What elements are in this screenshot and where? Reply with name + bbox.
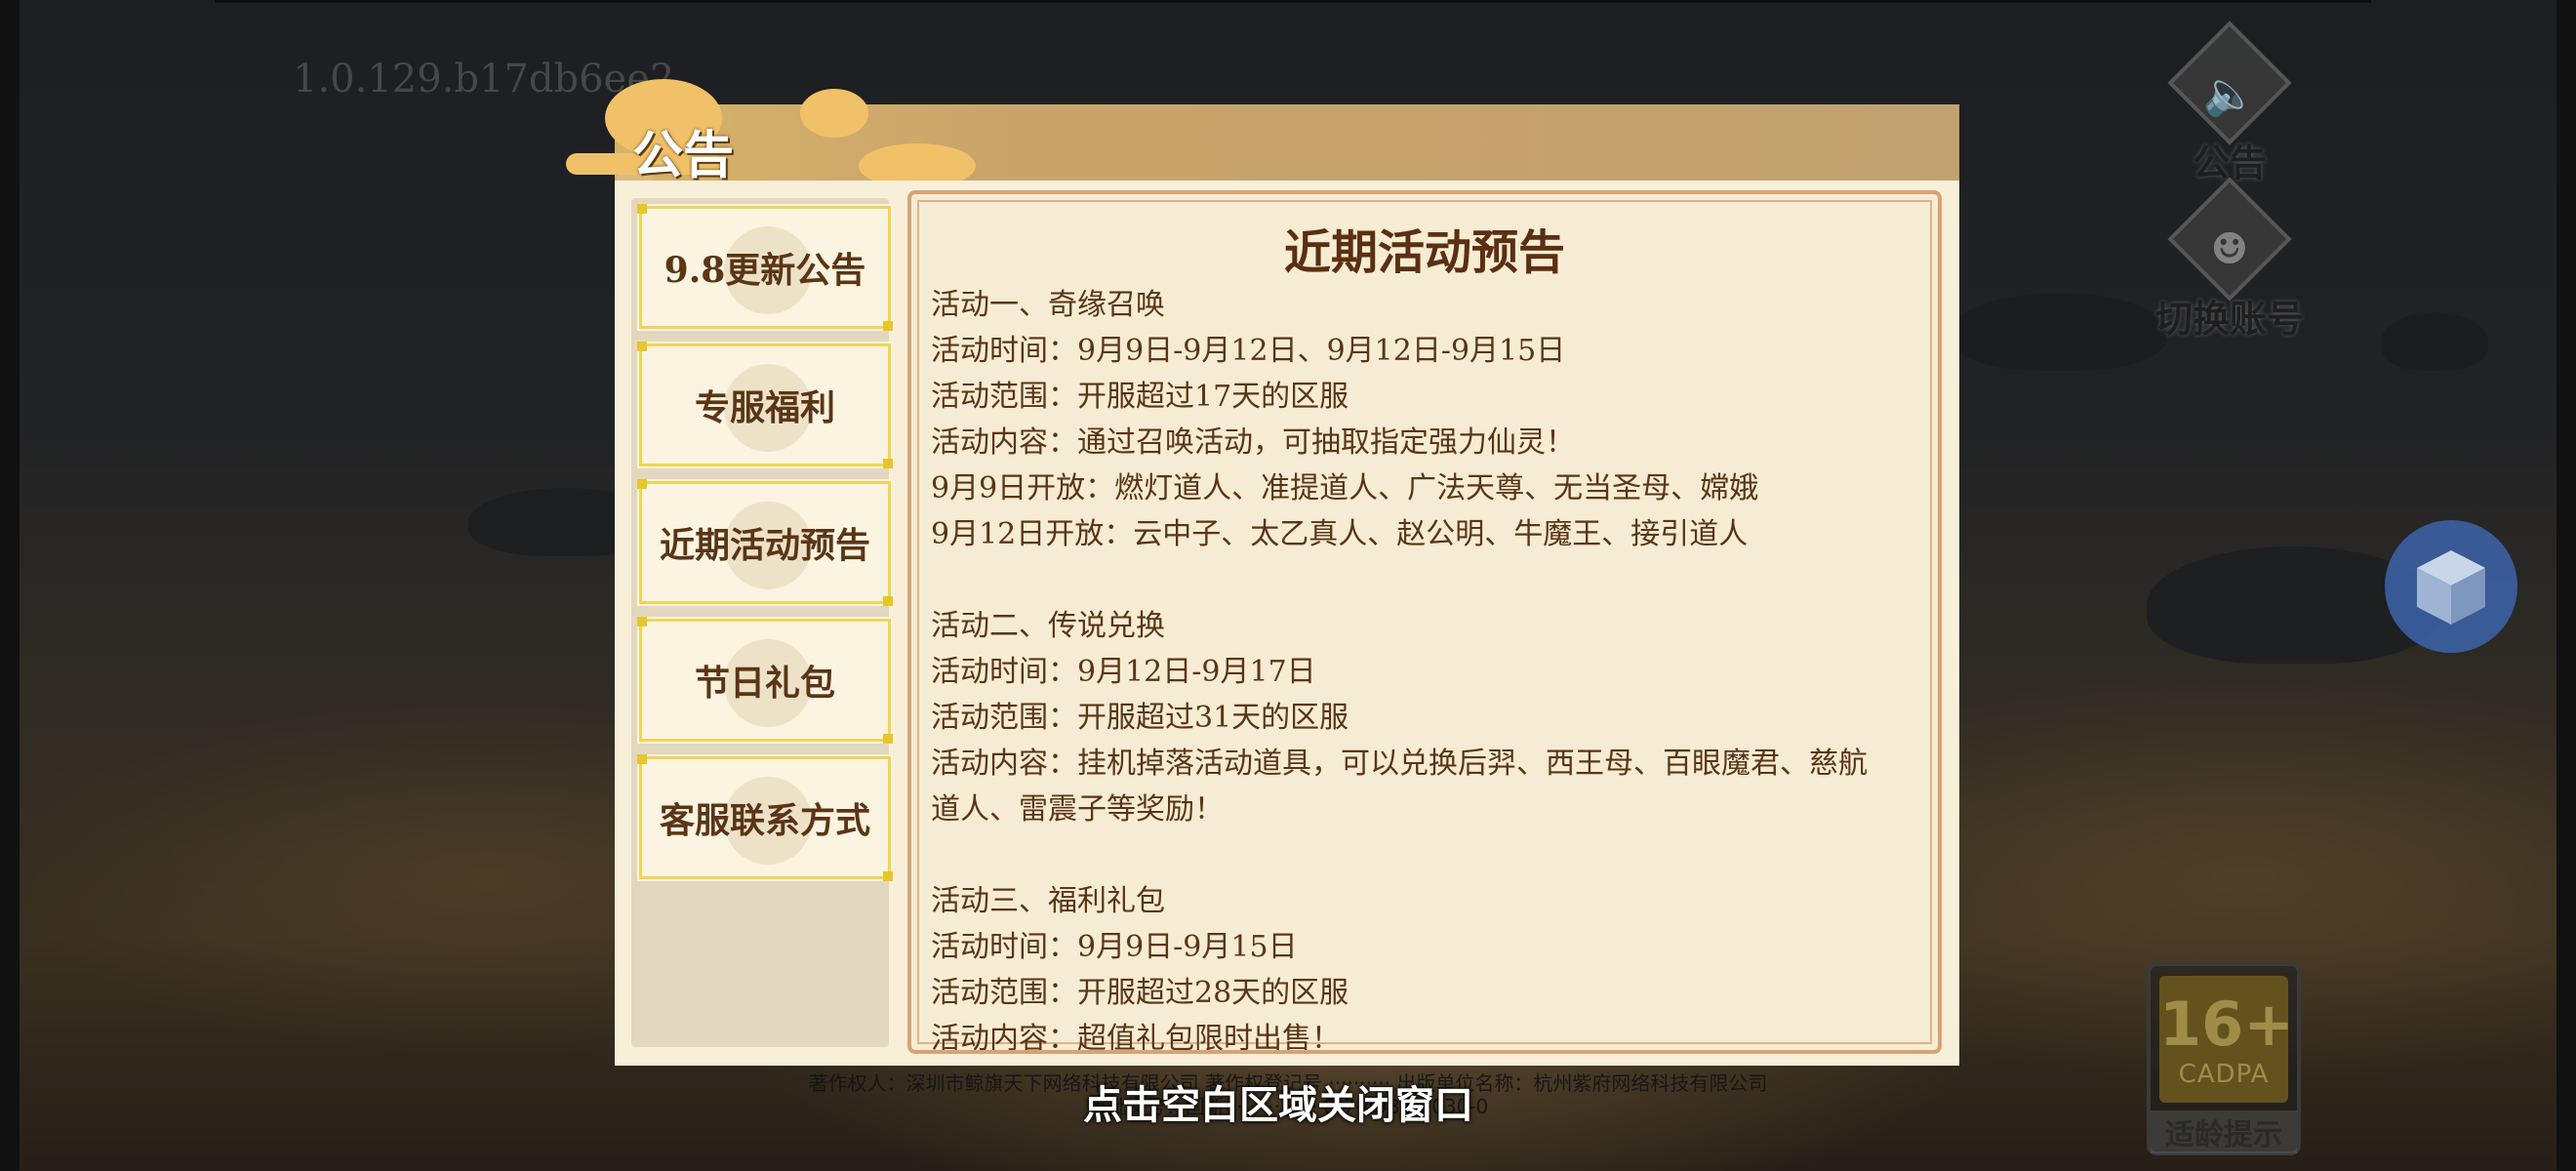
- content-line: 活动内容：挂机掉落活动道具，可以兑换后羿、西王母、百眼魔君、慈航: [931, 747, 1868, 781]
- content-line: 活动内容：通过召唤活动，可抽取指定强力仙灵！: [931, 425, 1575, 460]
- right-screen-edge: [2556, 0, 2576, 1171]
- tab-label: 9.8更新公告: [664, 250, 866, 291]
- content-line: 9月9日开放：燃灯道人、准提道人、广法天尊、无当圣母、嫦娥: [931, 471, 1759, 505]
- content-line: 活动时间：9月9日-9月12日、9月12日-9月15日: [931, 334, 1566, 368]
- tab-sidebar: 9.8更新公告 专服福利 近期活动预告 节日礼包 客服联系方式: [631, 198, 893, 1047]
- top-divider: [215, 0, 2371, 3]
- content-line: 活动范围：开服超过28天的区服: [931, 976, 1349, 1010]
- close-hint: 点击空白区域关闭窗口: [1083, 1083, 1473, 1128]
- content-line: 活动范围：开服超过31天的区服: [931, 701, 1349, 735]
- announcement-button[interactable]: 🔈 公告: [2147, 20, 2313, 186]
- tab-upcoming-events[interactable]: 近期活动预告: [637, 479, 893, 606]
- content-line: 活动时间：9月9日-9月15日: [931, 930, 1298, 964]
- tab-holiday-gift[interactable]: 节日礼包: [637, 617, 893, 744]
- speaker-icon: 🔈: [2202, 69, 2257, 119]
- content-line: 活动范围：开服超过17天的区服: [931, 380, 1349, 414]
- content-line: 9月12日开放：云中子、太乙真人、赵公明、牛魔王、接引道人: [931, 517, 1749, 551]
- tab-customer-service[interactable]: 客服联系方式: [637, 754, 893, 881]
- dialog-body: 9.8更新公告 专服福利 近期活动预告 节日礼包 客服联系方式 近期活动预告 活…: [615, 181, 1959, 1066]
- content-line: [931, 832, 1916, 878]
- tab-label: 节日礼包: [694, 663, 835, 704]
- age-rating-tip: 适龄提示: [2151, 1110, 2297, 1153]
- content-line: 活动三、福利礼包: [931, 884, 1165, 918]
- left-screen-edge: [0, 0, 20, 1171]
- age-rating-plate: 16+ CADPA: [2159, 976, 2295, 1103]
- age-rating-org: CADPA: [2178, 1060, 2270, 1089]
- cube-icon: [2417, 550, 2485, 625]
- cube-floating-button[interactable]: [2385, 520, 2517, 653]
- content-line: 道人、雷震子等奖励！: [931, 792, 1224, 827]
- tab-exclusive-benefits[interactable]: 专服福利: [637, 342, 893, 468]
- dialog-title: 公告: [632, 127, 735, 185]
- cloud-decoration: [800, 89, 868, 138]
- tab-update-announcement[interactable]: 9.8更新公告: [637, 204, 893, 331]
- content-line: 活动时间：9月12日-9月17日: [931, 655, 1316, 689]
- tab-label: 专服福利: [694, 387, 835, 428]
- age-rating-badge[interactable]: 16+ CADPA 适龄提示: [2147, 962, 2301, 1155]
- tab-label: 客服联系方式: [659, 800, 870, 841]
- announcement-dialog: 公告 9.8更新公告 专服福利 近期活动预告 节日礼包 客服联系方式 近期活动预…: [566, 79, 1959, 1066]
- content-line: 活动一、奇缘召唤: [931, 288, 1165, 322]
- content-line: [931, 557, 1916, 603]
- announcement-content-panel[interactable]: 近期活动预告 活动一、奇缘召唤活动时间：9月9日-9月12日、9月12日-9月1…: [907, 190, 1942, 1054]
- content-text: 活动一、奇缘召唤活动时间：9月9日-9月12日、9月12日-9月15日 活动范围：…: [931, 282, 1916, 1054]
- content-line: 活动二、传说兑换: [931, 609, 1165, 643]
- switch-account-button[interactable]: ☻ 切换账号: [2147, 177, 2313, 343]
- user-icon: ☻: [2210, 224, 2249, 274]
- content-line: 活动内容：超值礼包限时出售！: [931, 1022, 1341, 1054]
- tab-label: 近期活动预告: [659, 525, 870, 566]
- age-rating-number: 16+: [2159, 989, 2295, 1060]
- content-title: 近期活动预告: [1283, 225, 1565, 280]
